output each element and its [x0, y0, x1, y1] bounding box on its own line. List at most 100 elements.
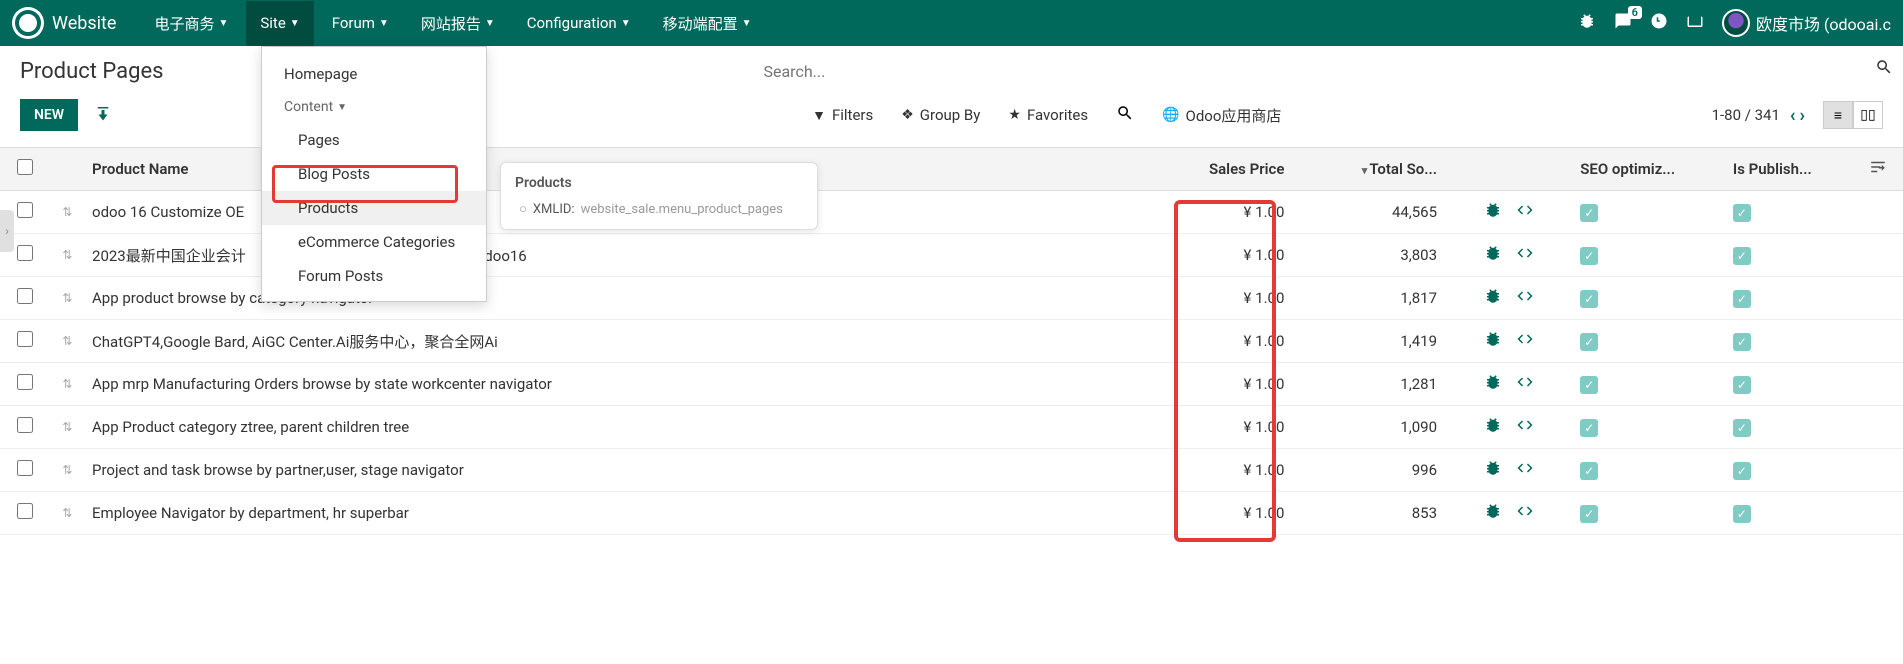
col-price[interactable]: Sales Price: [1127, 148, 1292, 191]
row-name: odoo 16 Customize OE: [92, 203, 244, 221]
nav-item-forum[interactable]: Forum▼: [318, 1, 403, 46]
row-name: App mrp Manufacturing Orders browse by s…: [92, 375, 552, 393]
appstore-button[interactable]: 🌐Odoo应用商店: [1162, 105, 1281, 126]
publish-badge[interactable]: ✓: [1733, 333, 1751, 351]
debug-row-icon[interactable]: [1484, 287, 1502, 309]
code-row-icon[interactable]: [1516, 459, 1534, 481]
nav-item-ecommerce[interactable]: 电子商务▼: [140, 1, 242, 46]
seo-badge[interactable]: ✓: [1580, 376, 1598, 394]
search-icon[interactable]: [1875, 58, 1893, 81]
code-row-icon[interactable]: [1516, 330, 1534, 352]
table-row[interactable]: ⇅ App mrp Manufacturing Orders browse by…: [0, 363, 1903, 406]
app-logo[interactable]: [12, 7, 44, 39]
download-icon[interactable]: [94, 104, 112, 126]
publish-badge[interactable]: ✓: [1733, 247, 1751, 265]
nav-label: Site: [260, 14, 285, 32]
drag-handle-icon[interactable]: ⇅: [51, 234, 84, 277]
row-checkbox[interactable]: [17, 503, 33, 519]
search-input[interactable]: [763, 56, 1513, 87]
nav-item-reports[interactable]: 网站报告▼: [407, 1, 509, 46]
dd-ecommerce-categories[interactable]: eCommerce Categories: [262, 225, 486, 259]
row-checkbox[interactable]: [17, 288, 33, 304]
new-button[interactable]: NEW: [20, 99, 78, 131]
seo-badge[interactable]: ✓: [1580, 290, 1598, 308]
seo-badge[interactable]: ✓: [1580, 247, 1598, 265]
drag-handle-icon[interactable]: ⇅: [51, 191, 84, 234]
publish-badge[interactable]: ✓: [1733, 376, 1751, 394]
drag-handle-icon[interactable]: ⇅: [51, 449, 84, 492]
debug-row-icon[interactable]: [1484, 502, 1502, 524]
user-menu[interactable]: 欧度市场 (odooai.c: [1722, 9, 1891, 37]
drag-handle-icon[interactable]: ⇅: [51, 320, 84, 363]
code-row-icon[interactable]: [1516, 416, 1534, 438]
row-price: ¥ 1.00: [1127, 492, 1292, 535]
dd-forum-posts[interactable]: Forum Posts: [262, 259, 486, 293]
row-checkbox[interactable]: [17, 331, 33, 347]
pager-range[interactable]: 1-80 / 341: [1712, 106, 1780, 124]
nav-item-configuration[interactable]: Configuration▼: [513, 1, 645, 46]
chat-icon[interactable]: 6: [1614, 12, 1632, 34]
col-options[interactable]: [1852, 148, 1903, 191]
code-row-icon[interactable]: [1516, 373, 1534, 395]
row-checkbox[interactable]: [17, 374, 33, 390]
list-view-button[interactable]: ≡: [1823, 101, 1853, 129]
code-row-icon[interactable]: [1516, 287, 1534, 309]
table-row[interactable]: ⇅ Employee Navigator by department, hr s…: [0, 492, 1903, 535]
dd-content-header[interactable]: Content▼: [262, 91, 486, 123]
row-checkbox[interactable]: [17, 245, 33, 261]
table-row[interactable]: ⇅ ChatGPT4,Google Bard, AiGC Center.Ai服务…: [0, 320, 1903, 363]
seo-badge[interactable]: ✓: [1580, 462, 1598, 480]
groupby-button[interactable]: ❖Group By: [901, 106, 980, 124]
drag-handle-icon[interactable]: ⇅: [51, 492, 84, 535]
debug-icon[interactable]: [1578, 12, 1596, 34]
seo-badge[interactable]: ✓: [1580, 333, 1598, 351]
book-icon[interactable]: [1686, 12, 1704, 34]
seo-badge[interactable]: ✓: [1580, 505, 1598, 523]
code-row-icon[interactable]: [1516, 201, 1534, 223]
select-all-checkbox[interactable]: [17, 159, 33, 175]
publish-badge[interactable]: ✓: [1733, 290, 1751, 308]
avatar: [1722, 9, 1750, 37]
row-checkbox[interactable]: [17, 460, 33, 476]
row-checkbox[interactable]: [17, 417, 33, 433]
debug-row-icon[interactable]: [1484, 201, 1502, 223]
debug-row-icon[interactable]: [1484, 373, 1502, 395]
seo-badge[interactable]: ✓: [1580, 419, 1598, 437]
drag-handle-icon[interactable]: ⇅: [51, 406, 84, 449]
pager-next[interactable]: ›: [1800, 105, 1805, 126]
drag-handle-icon[interactable]: ⇅: [51, 363, 84, 406]
publish-badge[interactable]: ✓: [1733, 419, 1751, 437]
seo-badge[interactable]: ✓: [1580, 204, 1598, 222]
brand-label[interactable]: Website: [52, 13, 116, 34]
table-row[interactable]: ⇅ App Product category ztree, parent chi…: [0, 406, 1903, 449]
col-sold[interactable]: ▾Total So...: [1292, 148, 1445, 191]
publish-badge[interactable]: ✓: [1733, 462, 1751, 480]
favorites-button[interactable]: ★Favorites: [1008, 106, 1088, 124]
filters-button[interactable]: ▼Filters: [812, 106, 873, 124]
debug-row-icon[interactable]: [1484, 459, 1502, 481]
dd-blog-posts[interactable]: Blog Posts: [262, 157, 486, 191]
kanban-view-button[interactable]: ▯▯: [1853, 101, 1883, 129]
debug-row-icon[interactable]: [1484, 244, 1502, 266]
search-plus-icon[interactable]: [1116, 104, 1134, 126]
table-row[interactable]: ⇅ Project and task browse by partner,use…: [0, 449, 1903, 492]
nav-item-site[interactable]: Site ▼: [246, 1, 313, 46]
clock-icon[interactable]: [1650, 12, 1668, 34]
code-row-icon[interactable]: [1516, 244, 1534, 266]
expand-panel-tab[interactable]: ›: [0, 210, 14, 252]
row-checkbox[interactable]: [17, 202, 33, 218]
pager-prev[interactable]: ‹: [1790, 105, 1796, 126]
drag-handle-icon[interactable]: ⇅: [51, 277, 84, 320]
nav-item-mobile[interactable]: 移动端配置▼: [649, 1, 766, 46]
dd-pages[interactable]: Pages: [262, 123, 486, 157]
dd-homepage[interactable]: Homepage: [262, 57, 486, 91]
debug-row-icon[interactable]: [1484, 416, 1502, 438]
publish-badge[interactable]: ✓: [1733, 505, 1751, 523]
col-seo[interactable]: SEO optimiz...: [1572, 148, 1725, 191]
debug-row-icon[interactable]: [1484, 330, 1502, 352]
caret-down-icon: ▼: [290, 18, 300, 29]
dd-products[interactable]: Products: [262, 191, 486, 225]
code-row-icon[interactable]: [1516, 502, 1534, 524]
publish-badge[interactable]: ✓: [1733, 204, 1751, 222]
col-pub[interactable]: Is Publish...: [1725, 148, 1852, 191]
